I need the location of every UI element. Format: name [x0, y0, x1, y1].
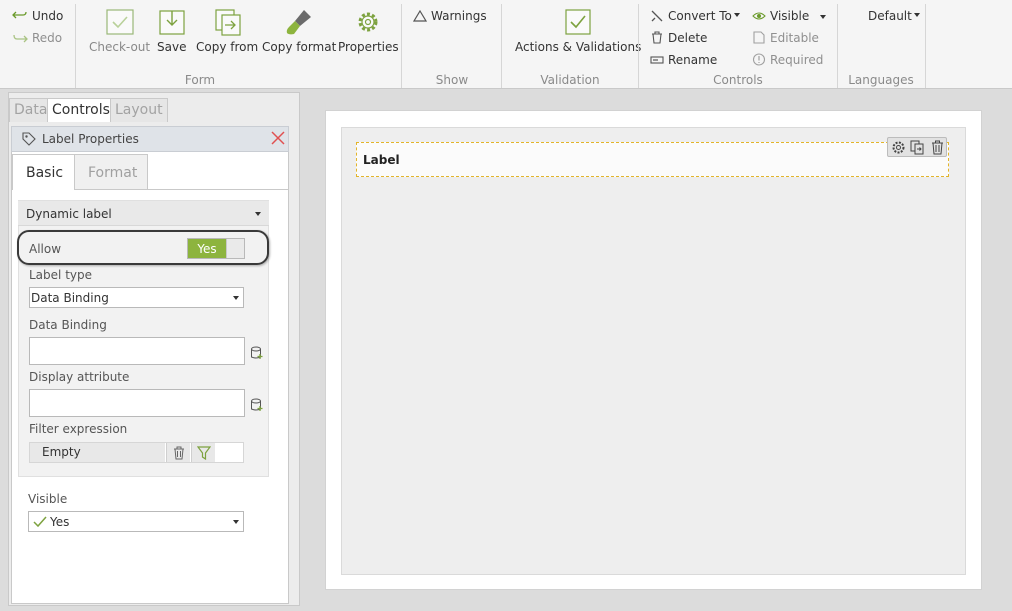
filter-icon [197, 446, 211, 460]
properties-button[interactable]: Properties [338, 8, 399, 54]
rename-button[interactable]: Rename [650, 53, 717, 67]
language-dropdown[interactable]: Default [868, 9, 920, 23]
tab-layout[interactable]: Layout [110, 98, 168, 122]
group-label-show: Show [435, 73, 469, 87]
copy-icon[interactable] [910, 140, 925, 155]
visible-button[interactable]: Visible [752, 9, 809, 23]
label-properties-header: Label Properties [11, 126, 289, 152]
data-binding-input[interactable] [29, 337, 245, 365]
save-icon [159, 10, 185, 35]
required-icon [752, 53, 766, 66]
copy-from-icon [215, 9, 241, 36]
convert-to-button[interactable]: Convert To [650, 9, 740, 23]
separator [925, 4, 926, 88]
redo-icon [13, 34, 28, 43]
label-type-select[interactable]: Data Binding [29, 287, 244, 308]
separator [837, 4, 838, 88]
separator [401, 4, 402, 88]
trash-icon [652, 31, 662, 44]
visible-label: Visible [28, 492, 68, 506]
form-canvas[interactable] [341, 127, 966, 575]
database-add-icon[interactable] [250, 346, 264, 360]
toggle-knob [226, 239, 244, 258]
checkout-button[interactable]: Check-out [89, 8, 150, 54]
allow-toggle-on: Yes [188, 239, 226, 258]
checkout-icon [105, 9, 134, 35]
undo-icon [12, 11, 27, 19]
visible-select[interactable]: Yes [28, 511, 244, 532]
validation-check-icon [565, 9, 591, 35]
copy-format-button[interactable]: Copy format [262, 8, 336, 54]
rename-icon [650, 56, 664, 64]
close-icon[interactable] [270, 130, 286, 146]
chevron-down-icon [233, 296, 239, 300]
filter-delete-button[interactable] [166, 443, 190, 462]
label-control[interactable]: Label [356, 142, 949, 177]
eye-icon [752, 12, 766, 20]
subtab-format[interactable]: Format [74, 154, 148, 190]
allow-label: Allow [29, 242, 62, 256]
control-toolbar [887, 137, 947, 157]
convert-icon [651, 10, 663, 22]
subtab-underline [148, 189, 288, 190]
separator [501, 4, 502, 88]
chevron-down-icon [913, 13, 920, 17]
edit-doc-icon [753, 31, 765, 44]
redo-button[interactable]: Redo [12, 31, 62, 45]
group-label-languages: Languages [848, 73, 914, 87]
allow-toggle[interactable]: Yes [187, 238, 245, 259]
ribbon-toolbar: Undo Redo Check-out Save Copy from Copy … [0, 0, 1012, 89]
gear-icon[interactable] [891, 140, 906, 155]
filter-edit-button[interactable] [191, 443, 215, 462]
tab-controls[interactable]: Controls [47, 98, 115, 122]
group-label-controls: Controls [713, 73, 763, 87]
filter-expression-label: Filter expression [29, 422, 128, 436]
paintbrush-icon [286, 10, 312, 35]
actions-validations-button[interactable]: Actions & Validations [515, 8, 641, 54]
properties-title: Label Properties [42, 132, 139, 146]
chevron-down-icon [233, 520, 239, 524]
required-button[interactable]: Required [752, 53, 823, 67]
display-attribute-input[interactable] [29, 389, 245, 417]
delete-button[interactable]: Delete [650, 31, 707, 45]
gear-icon [358, 12, 378, 32]
save-button[interactable]: Save [157, 8, 186, 54]
tab-data[interactable]: Data [9, 98, 53, 122]
group-label-form: Form [184, 73, 216, 87]
warnings-button[interactable]: Warnings [412, 9, 487, 23]
separator [638, 4, 639, 88]
subtab-basic[interactable]: Basic [12, 154, 78, 190]
check-icon [33, 516, 47, 528]
display-attribute-label: Display attribute [29, 370, 130, 384]
visible-dropdown-icon[interactable] [820, 15, 826, 19]
data-binding-label: Data Binding [29, 318, 107, 332]
label-type-label: Label type [29, 268, 92, 282]
filter-expression-button[interactable]: Empty [30, 443, 165, 462]
tag-icon [22, 132, 36, 146]
database-add-icon[interactable] [250, 398, 264, 412]
trash-icon[interactable] [930, 140, 945, 155]
separator [75, 4, 76, 88]
group-label-validation: Validation [540, 73, 600, 87]
copy-from-button[interactable]: Copy from [196, 8, 258, 54]
dynamic-label-header[interactable]: Dynamic label [18, 201, 269, 226]
editable-button[interactable]: Editable [752, 31, 819, 45]
undo-button[interactable]: Undo [12, 9, 63, 23]
trash-icon [174, 446, 184, 460]
chevron-down-icon [733, 13, 740, 17]
chevron-down-icon [255, 212, 261, 216]
warning-icon [412, 9, 428, 22]
